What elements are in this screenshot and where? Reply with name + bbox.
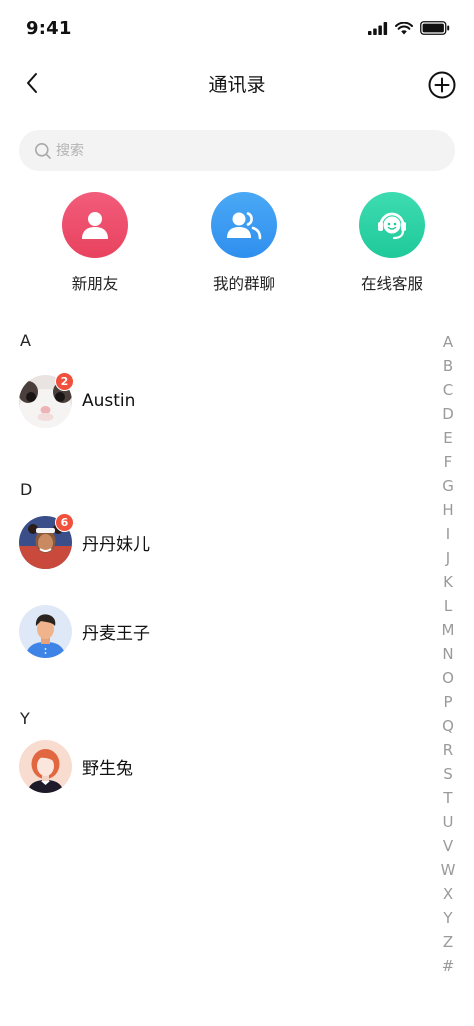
index-letter-q[interactable]: Q [438, 714, 458, 738]
index-letter-x[interactable]: X [438, 882, 458, 906]
battery-icon [420, 21, 450, 35]
index-letter-r[interactable]: R [438, 738, 458, 762]
contact-name: 野生兔 [82, 758, 133, 779]
index-letter-y[interactable]: Y [438, 906, 458, 930]
index-letter-b[interactable]: B [438, 354, 458, 378]
index-letter-h[interactable]: H [438, 498, 458, 522]
index-letter-i[interactable]: I [438, 522, 458, 546]
index-letter-c[interactable]: C [438, 378, 458, 402]
avatar [19, 604, 72, 658]
wifi-icon [395, 21, 413, 34]
section-header-d: D [20, 480, 33, 499]
my-groups-button[interactable]: 我的群聊 [194, 192, 294, 294]
index-letter-j[interactable]: J [438, 546, 458, 570]
status-bar: 9:41 [0, 0, 474, 58]
plus-circle-icon [428, 71, 456, 99]
new-friends-circle [62, 192, 128, 258]
index-letter-a[interactable]: A [438, 330, 458, 354]
group-icon [227, 212, 262, 240]
alphabet-index[interactable]: A B C D E F G H I J K L M N O P Q R S T U V W X Y Z # [438, 330, 458, 978]
search-icon [35, 142, 51, 159]
signal-icon [368, 21, 388, 35]
contact-item-prince[interactable]: 丹麦王子 [19, 604, 419, 658]
search-input[interactable] [56, 142, 416, 159]
index-letter-l[interactable]: L [438, 594, 458, 618]
avatar [19, 739, 72, 793]
customer-service-circle [359, 192, 425, 258]
unread-badge: 6 [55, 512, 74, 532]
index-letter-hash[interactable]: # [438, 954, 458, 978]
new-friends-button[interactable]: 新朋友 [45, 192, 145, 294]
status-icons [368, 21, 450, 35]
my-groups-circle [211, 192, 277, 258]
index-letter-n[interactable]: N [438, 642, 458, 666]
headset-icon [378, 212, 406, 240]
index-letter-m[interactable]: M [438, 618, 458, 642]
index-letter-k[interactable]: K [438, 570, 458, 594]
index-letter-g[interactable]: G [438, 474, 458, 498]
nav-bar: 通讯录 [0, 58, 474, 108]
woman-avatar-image [19, 739, 72, 793]
contact-item-yeshengtu[interactable]: 野生兔 [19, 739, 419, 793]
page-title: 通讯录 [208, 74, 266, 96]
index-letter-s[interactable]: S [438, 762, 458, 786]
new-friends-label: 新朋友 [71, 275, 119, 293]
search-bar[interactable] [19, 130, 455, 171]
index-letter-z[interactable]: Z [438, 930, 458, 954]
contact-name: 丹丹妹儿 [82, 534, 150, 555]
contact-item-austin[interactable]: 2 Austin [19, 371, 419, 428]
add-button[interactable] [428, 71, 456, 99]
contact-item-dandan[interactable]: 6 丹丹妹儿 [19, 512, 419, 569]
unread-badge: 2 [55, 371, 74, 391]
section-header-a: A [20, 331, 31, 350]
customer-service-button[interactable]: 在线客服 [342, 192, 442, 294]
man-avatar-image [19, 604, 72, 658]
index-letter-w[interactable]: W [438, 858, 458, 882]
my-groups-label: 我的群聊 [212, 275, 275, 293]
index-letter-d[interactable]: D [438, 402, 458, 426]
status-time: 9:41 [26, 18, 72, 39]
person-icon [82, 212, 108, 239]
index-letter-u[interactable]: U [438, 810, 458, 834]
avatar: 6 [19, 512, 74, 569]
contact-name: 丹麦王子 [82, 623, 150, 644]
contact-name: Austin [82, 391, 136, 411]
index-letter-e[interactable]: E [438, 426, 458, 450]
index-letter-o[interactable]: O [438, 666, 458, 690]
section-header-y: Y [20, 709, 30, 728]
customer-service-label: 在线客服 [360, 275, 423, 293]
index-letter-v[interactable]: V [438, 834, 458, 858]
index-letter-p[interactable]: P [438, 690, 458, 714]
index-letter-t[interactable]: T [438, 786, 458, 810]
avatar: 2 [19, 371, 74, 428]
index-letter-f[interactable]: F [438, 450, 458, 474]
